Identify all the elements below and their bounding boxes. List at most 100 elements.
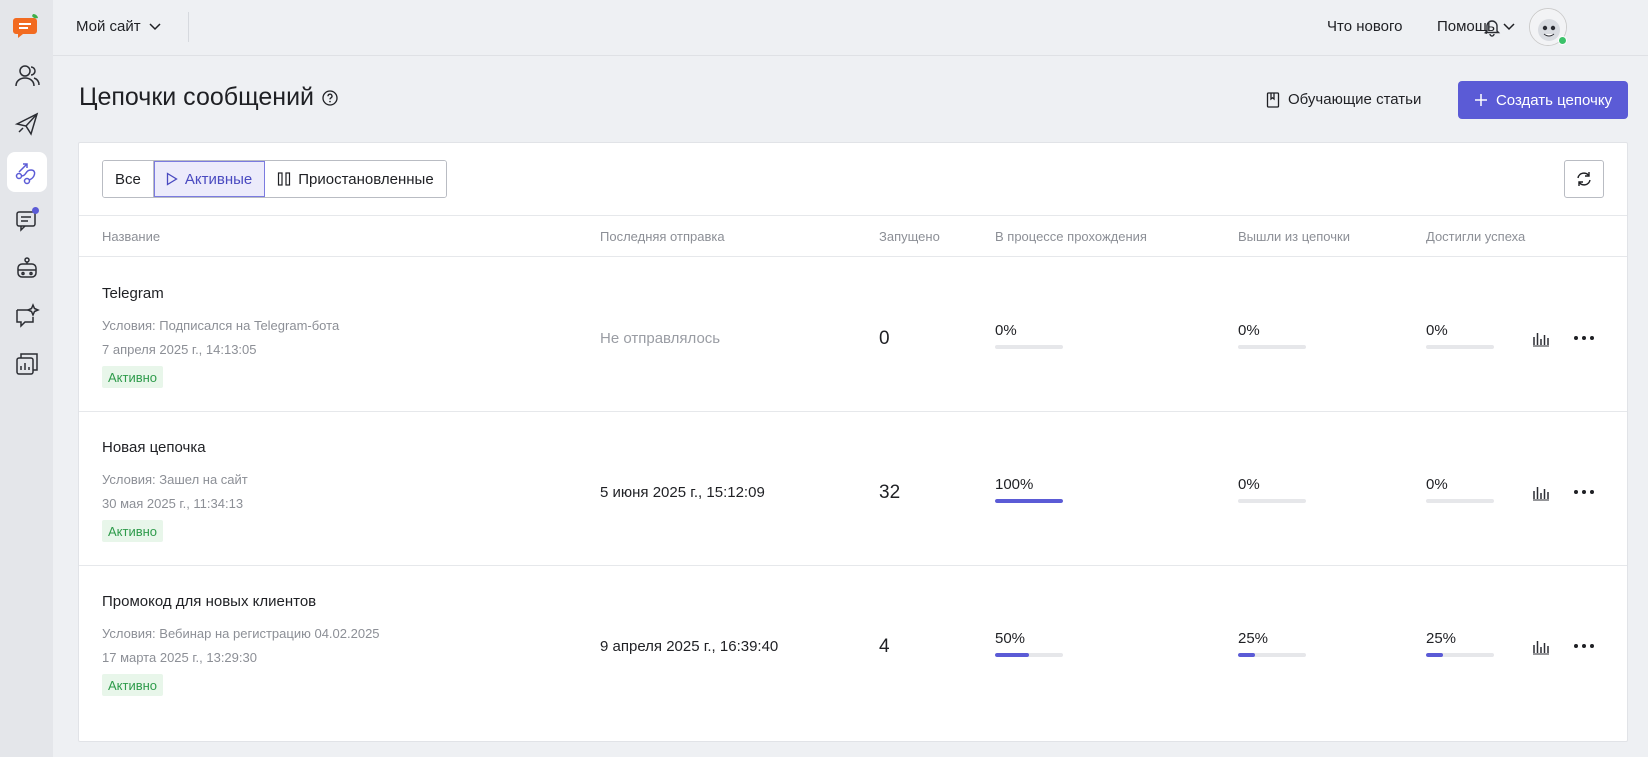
sidebar-item-campaigns[interactable]	[7, 104, 47, 144]
column-in-progress[interactable]: В процессе прохождения	[995, 229, 1147, 244]
top-bar: Мой сайт Что нового Помощь	[53, 0, 1648, 56]
exited-percent: 25%	[1238, 630, 1269, 647]
chain-name[interactable]: Промокод для новых клиентов	[102, 593, 316, 610]
create-chain-label: Создать цепочку	[1495, 91, 1613, 109]
page-title-text: Цепочки сообщений	[79, 83, 314, 111]
chain-condition: Условия: Вебинар на регистрацию 04.02.20…	[102, 626, 380, 641]
in-progress-percent: 100%	[995, 476, 1034, 493]
filter-active[interactable]: Активные	[153, 161, 266, 197]
last-sent: 5 июня 2025 г., 15:12:09	[600, 484, 765, 501]
success-percent: 0%	[1426, 476, 1448, 493]
exited-bar	[1238, 499, 1306, 503]
success-bar	[1426, 345, 1494, 349]
sidebar-item-ai[interactable]	[7, 296, 47, 336]
create-chain-button[interactable]: Создать цепочку	[1458, 81, 1628, 119]
bots-icon	[16, 257, 37, 278]
exited-metric: 0%	[1238, 322, 1306, 349]
statistics-icon[interactable]	[1531, 328, 1551, 348]
plus-icon	[1474, 94, 1487, 106]
help-menu[interactable]: Помощь	[1437, 18, 1515, 35]
chain-created-date: 30 мая 2025 г., 11:34:13	[102, 496, 244, 511]
status-filter-group: Все Активные Приостановленные	[102, 160, 447, 198]
tutorial-articles-button[interactable]: Обучающие статьи	[1266, 91, 1421, 108]
filter-paused-label: Приостановленные	[298, 170, 434, 188]
refresh-icon	[1577, 172, 1591, 186]
in-progress-metric: 0%	[995, 322, 1063, 349]
success-bar	[1426, 499, 1494, 503]
exited-percent: 0%	[1238, 322, 1260, 339]
refresh-button[interactable]	[1564, 160, 1604, 198]
last-sent: 9 апреля 2025 г., 16:39:40	[600, 638, 779, 655]
status-badge: Активно	[102, 366, 164, 388]
table-row[interactable]: Новая цепочка Условия: Зашел на сайт 30 …	[79, 412, 1627, 566]
chains-table-card: Все Активные Приостановленные Название П…	[78, 142, 1628, 742]
bell-icon[interactable]	[1481, 16, 1503, 38]
ai-icon	[15, 303, 40, 328]
chevron-down-icon	[1503, 22, 1515, 30]
chain-created-date: 7 апреля 2025 г., 14:13:05	[102, 342, 257, 357]
sidebar-item-chats[interactable]	[7, 200, 47, 240]
success-metric: 25%	[1426, 630, 1494, 657]
contacts-icon	[14, 65, 40, 87]
sidebar-item-chains[interactable]	[6, 152, 47, 192]
site-selector[interactable]: Мой сайт	[76, 18, 161, 35]
success-bar	[1426, 653, 1494, 657]
filter-paused[interactable]: Приостановленные	[265, 161, 446, 197]
in-progress-percent: 50%	[995, 630, 1026, 647]
success-percent: 25%	[1426, 630, 1457, 647]
column-last-sent[interactable]: Последняя отправка	[600, 229, 725, 244]
last-sent: Не отправлялось	[600, 330, 721, 347]
play-icon	[166, 172, 178, 186]
column-name[interactable]: Название	[102, 229, 160, 244]
table-row[interactable]: Промокод для новых клиентов Условия: Веб…	[79, 566, 1627, 720]
column-exited[interactable]: Вышли из цепочки	[1238, 229, 1350, 244]
sidebar-item-reports[interactable]	[7, 344, 47, 384]
logo-icon[interactable]	[11, 10, 43, 42]
table-row[interactable]: Telegram Условия: Подписался на Telegram…	[79, 258, 1627, 412]
chain-name[interactable]: Telegram	[102, 285, 164, 302]
filter-all[interactable]: Все	[103, 161, 154, 197]
statistics-icon[interactable]	[1531, 636, 1551, 656]
help-icon[interactable]	[322, 89, 338, 106]
more-options-icon[interactable]	[1572, 482, 1596, 502]
whats-new-label: Что нового	[1327, 18, 1403, 35]
status-badge: Активно	[102, 674, 164, 696]
column-started[interactable]: Запущено	[879, 229, 940, 244]
notification-dot	[31, 207, 39, 214]
book-icon	[1266, 91, 1280, 108]
more-options-icon[interactable]	[1572, 328, 1596, 348]
exited-metric: 0%	[1238, 476, 1306, 503]
column-success[interactable]: Достигли успеха	[1426, 229, 1525, 244]
in-progress-percent: 0%	[995, 322, 1017, 339]
exited-percent: 0%	[1238, 476, 1260, 493]
chains-icon	[15, 163, 35, 185]
chain-created-date: 17 марта 2025 г., 13:29:30	[102, 650, 257, 665]
status-badge: Активно	[102, 520, 164, 542]
whats-new-link[interactable]: Что нового	[1327, 18, 1402, 35]
statistics-icon[interactable]	[1531, 482, 1551, 502]
exited-metric: 25%	[1238, 630, 1306, 657]
pause-icon	[278, 172, 291, 186]
sidebar-item-contacts[interactable]	[7, 56, 47, 96]
exited-bar	[1238, 345, 1306, 349]
table-header: Название Последняя отправка Запущено В п…	[79, 215, 1627, 257]
in-progress-bar	[995, 499, 1063, 503]
filter-active-label: Активные	[184, 170, 253, 188]
chain-condition: Условия: Подписался на Telegram-бота	[102, 318, 340, 333]
exited-bar	[1238, 653, 1306, 657]
in-progress-bar	[995, 345, 1063, 349]
reports-icon	[15, 353, 38, 375]
sidebar-item-bots[interactable]	[7, 248, 47, 288]
page-title: Цепочки сообщений	[79, 83, 338, 112]
campaigns-icon	[14, 112, 38, 136]
in-progress-metric: 50%	[995, 630, 1063, 657]
more-options-icon[interactable]	[1572, 636, 1596, 656]
success-percent: 0%	[1426, 322, 1448, 339]
online-status-dot	[1558, 36, 1567, 45]
tutorial-articles-label: Обучающие статьи	[1288, 91, 1422, 108]
chevron-down-icon	[149, 22, 161, 30]
success-metric: 0%	[1426, 476, 1494, 503]
chain-name[interactable]: Новая цепочка	[102, 439, 206, 456]
filter-all-label: Все	[115, 170, 141, 188]
sidebar	[0, 0, 53, 757]
